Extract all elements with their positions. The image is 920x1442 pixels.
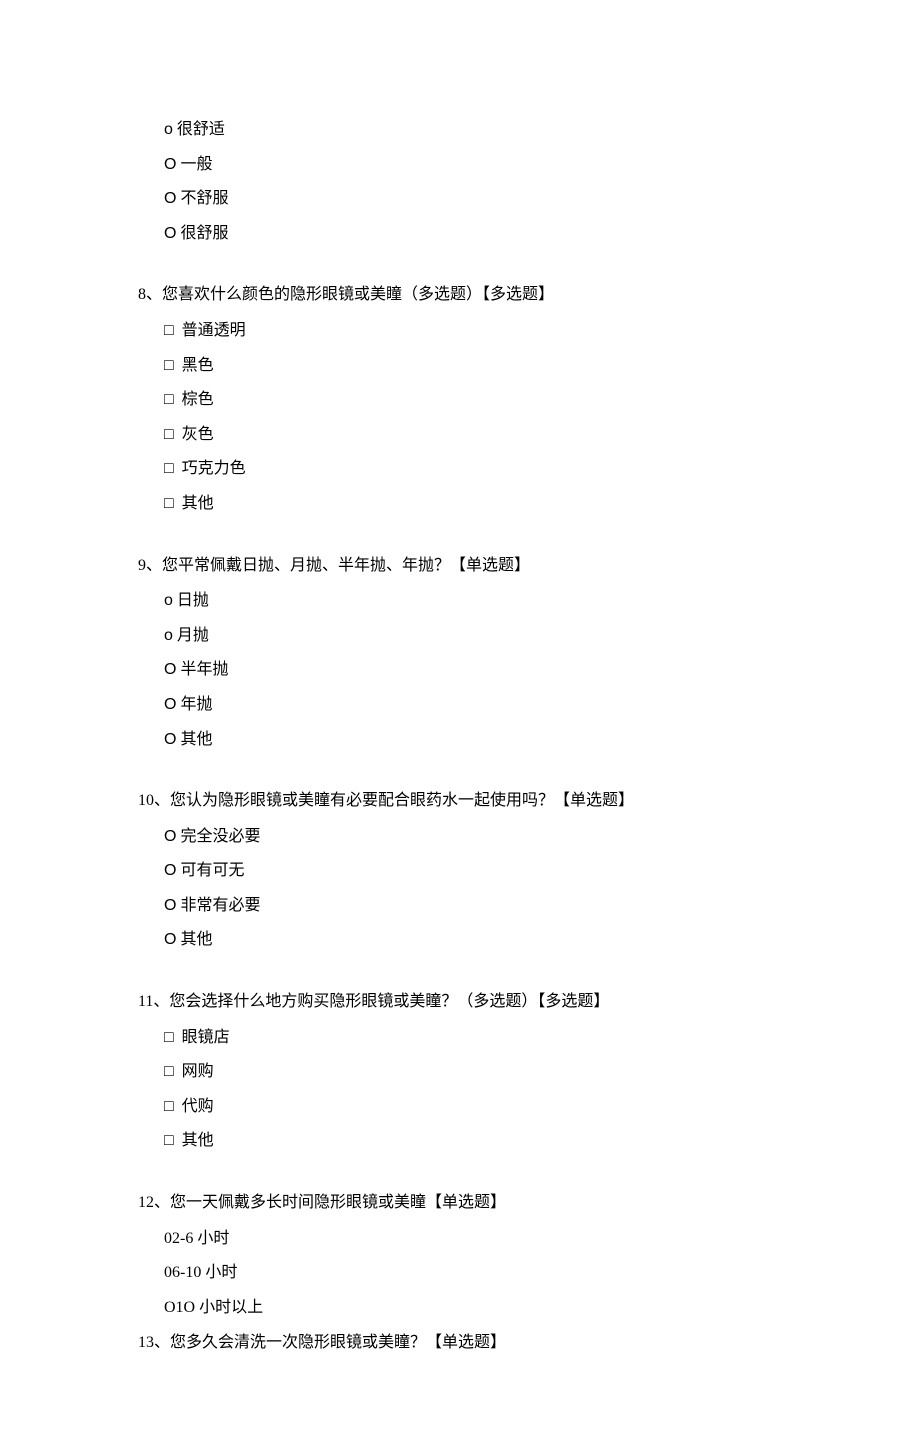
checkbox-marker: □ xyxy=(164,1063,174,1080)
radio-marker: O xyxy=(164,156,176,173)
question-title: 11、您会选择什么地方购买隐形眼镜或美瞳？（多选题）【多选题】 xyxy=(138,989,782,1015)
option-row: O 不舒服 xyxy=(138,186,782,212)
radio-marker: o xyxy=(164,592,173,609)
radio-marker: o xyxy=(164,627,173,644)
option-label: 其他 xyxy=(182,495,214,512)
option-label: 其他 xyxy=(182,1132,214,1149)
option-label: 其他 xyxy=(180,731,212,748)
checkbox-marker: □ xyxy=(164,1132,174,1149)
option-row: □ 眼镜店 xyxy=(138,1025,782,1051)
radio-marker: O xyxy=(164,862,176,879)
option-label: 年抛 xyxy=(180,696,212,713)
question-title: 13、您多久会清洗一次隐形眼镜或美瞳？【单选题】 xyxy=(138,1330,782,1356)
option-row: 02-6 小时 xyxy=(138,1226,782,1252)
question-title: 8、您喜欢什么颜色的隐形眼镜或美瞳（多选题）【多选题】 xyxy=(138,282,782,308)
radio-marker: O xyxy=(164,897,176,914)
option-label: 02-6 小时 xyxy=(164,1230,229,1247)
document-page: o 很舒适 O 一般 O 不舒服 O 很舒服 8、您喜欢什么颜色的隐形眼镜或美瞳… xyxy=(0,0,920,1442)
question-13: 13、您多久会清洗一次隐形眼镜或美瞳？【单选题】 xyxy=(138,1330,782,1356)
option-row: □ 棕色 xyxy=(138,387,782,413)
option-row: O 很舒服 xyxy=(138,221,782,247)
checkbox-marker: □ xyxy=(164,322,174,339)
radio-marker: O xyxy=(164,225,176,242)
option-label: 完全没必要 xyxy=(180,828,260,845)
option-label: 很舒服 xyxy=(180,225,228,242)
option-label: O1O 小时以上 xyxy=(164,1299,263,1316)
option-row: O 一般 xyxy=(138,152,782,178)
option-label: 06-10 小时 xyxy=(164,1264,237,1281)
option-row: □ 巧克力色 xyxy=(138,456,782,482)
option-label: 代购 xyxy=(182,1098,214,1115)
option-label: 很舒适 xyxy=(177,121,225,138)
option-row: O 年抛 xyxy=(138,692,782,718)
option-label: 普通透明 xyxy=(182,322,246,339)
question-title: 12、您一天佩戴多长时间隐形眼镜或美瞳【单选题】 xyxy=(138,1190,782,1216)
option-label: 非常有必要 xyxy=(180,897,260,914)
question-11: 11、您会选择什么地方购买隐形眼镜或美瞳？（多选题）【多选题】 □ 眼镜店 □ … xyxy=(138,989,782,1154)
option-row: □ 灰色 xyxy=(138,422,782,448)
question-10: 10、您认为隐形眼镜或美瞳有必要配合眼药水一起使用吗？【单选题】 O 完全没必要… xyxy=(138,788,782,953)
checkbox-marker: □ xyxy=(164,357,174,374)
option-row: O 可有可无 xyxy=(138,858,782,884)
option-row: O 其他 xyxy=(138,727,782,753)
option-label: 不舒服 xyxy=(180,190,228,207)
question-title: 10、您认为隐形眼镜或美瞳有必要配合眼药水一起使用吗？【单选题】 xyxy=(138,788,782,814)
option-row: □ 其他 xyxy=(138,491,782,517)
question-8: 8、您喜欢什么颜色的隐形眼镜或美瞳（多选题）【多选题】 □ 普通透明 □ 黑色 … xyxy=(138,282,782,516)
option-label: 网购 xyxy=(182,1063,214,1080)
option-label: 灰色 xyxy=(182,426,214,443)
option-row: □ 黑色 xyxy=(138,353,782,379)
option-row: □ 网购 xyxy=(138,1059,782,1085)
option-label: 一般 xyxy=(180,156,212,173)
checkbox-marker: □ xyxy=(164,495,174,512)
option-row: O 半年抛 xyxy=(138,657,782,683)
option-row: o 日抛 xyxy=(138,588,782,614)
checkbox-marker: □ xyxy=(164,426,174,443)
option-row: o 很舒适 xyxy=(138,117,782,143)
radio-marker: O xyxy=(164,931,176,948)
option-label: 日抛 xyxy=(177,592,209,609)
option-row: o 月抛 xyxy=(138,623,782,649)
radio-marker: O xyxy=(164,828,176,845)
radio-marker: O xyxy=(164,661,176,678)
radio-marker: O xyxy=(164,731,176,748)
option-row: O 非常有必要 xyxy=(138,893,782,919)
option-label: 可有可无 xyxy=(180,862,244,879)
option-label: 半年抛 xyxy=(180,661,228,678)
option-row: O1O 小时以上 xyxy=(138,1295,782,1321)
option-label: 其他 xyxy=(180,931,212,948)
radio-marker: O xyxy=(164,190,176,207)
option-row: □ 普通透明 xyxy=(138,318,782,344)
option-row: O 其他 xyxy=(138,927,782,953)
checkbox-marker: □ xyxy=(164,1098,174,1115)
option-row: □ 其他 xyxy=(138,1128,782,1154)
option-label: 月抛 xyxy=(177,627,209,644)
checkbox-marker: □ xyxy=(164,1029,174,1046)
option-row: O 完全没必要 xyxy=(138,824,782,850)
option-label: 黑色 xyxy=(182,357,214,374)
option-row: □ 代购 xyxy=(138,1094,782,1120)
option-label: 眼镜店 xyxy=(182,1029,230,1046)
option-label: 巧克力色 xyxy=(182,460,246,477)
question-9: 9、您平常佩戴日抛、月抛、半年抛、年抛？【单选题】 o 日抛 o 月抛 O 半年… xyxy=(138,553,782,753)
radio-marker: O xyxy=(164,696,176,713)
checkbox-marker: □ xyxy=(164,391,174,408)
option-label: 棕色 xyxy=(182,391,214,408)
checkbox-marker: □ xyxy=(164,460,174,477)
option-row: 06-10 小时 xyxy=(138,1260,782,1286)
question-7-continued-options: o 很舒适 O 一般 O 不舒服 O 很舒服 xyxy=(138,117,782,246)
radio-marker: o xyxy=(164,121,173,138)
question-title: 9、您平常佩戴日抛、月抛、半年抛、年抛？【单选题】 xyxy=(138,553,782,579)
